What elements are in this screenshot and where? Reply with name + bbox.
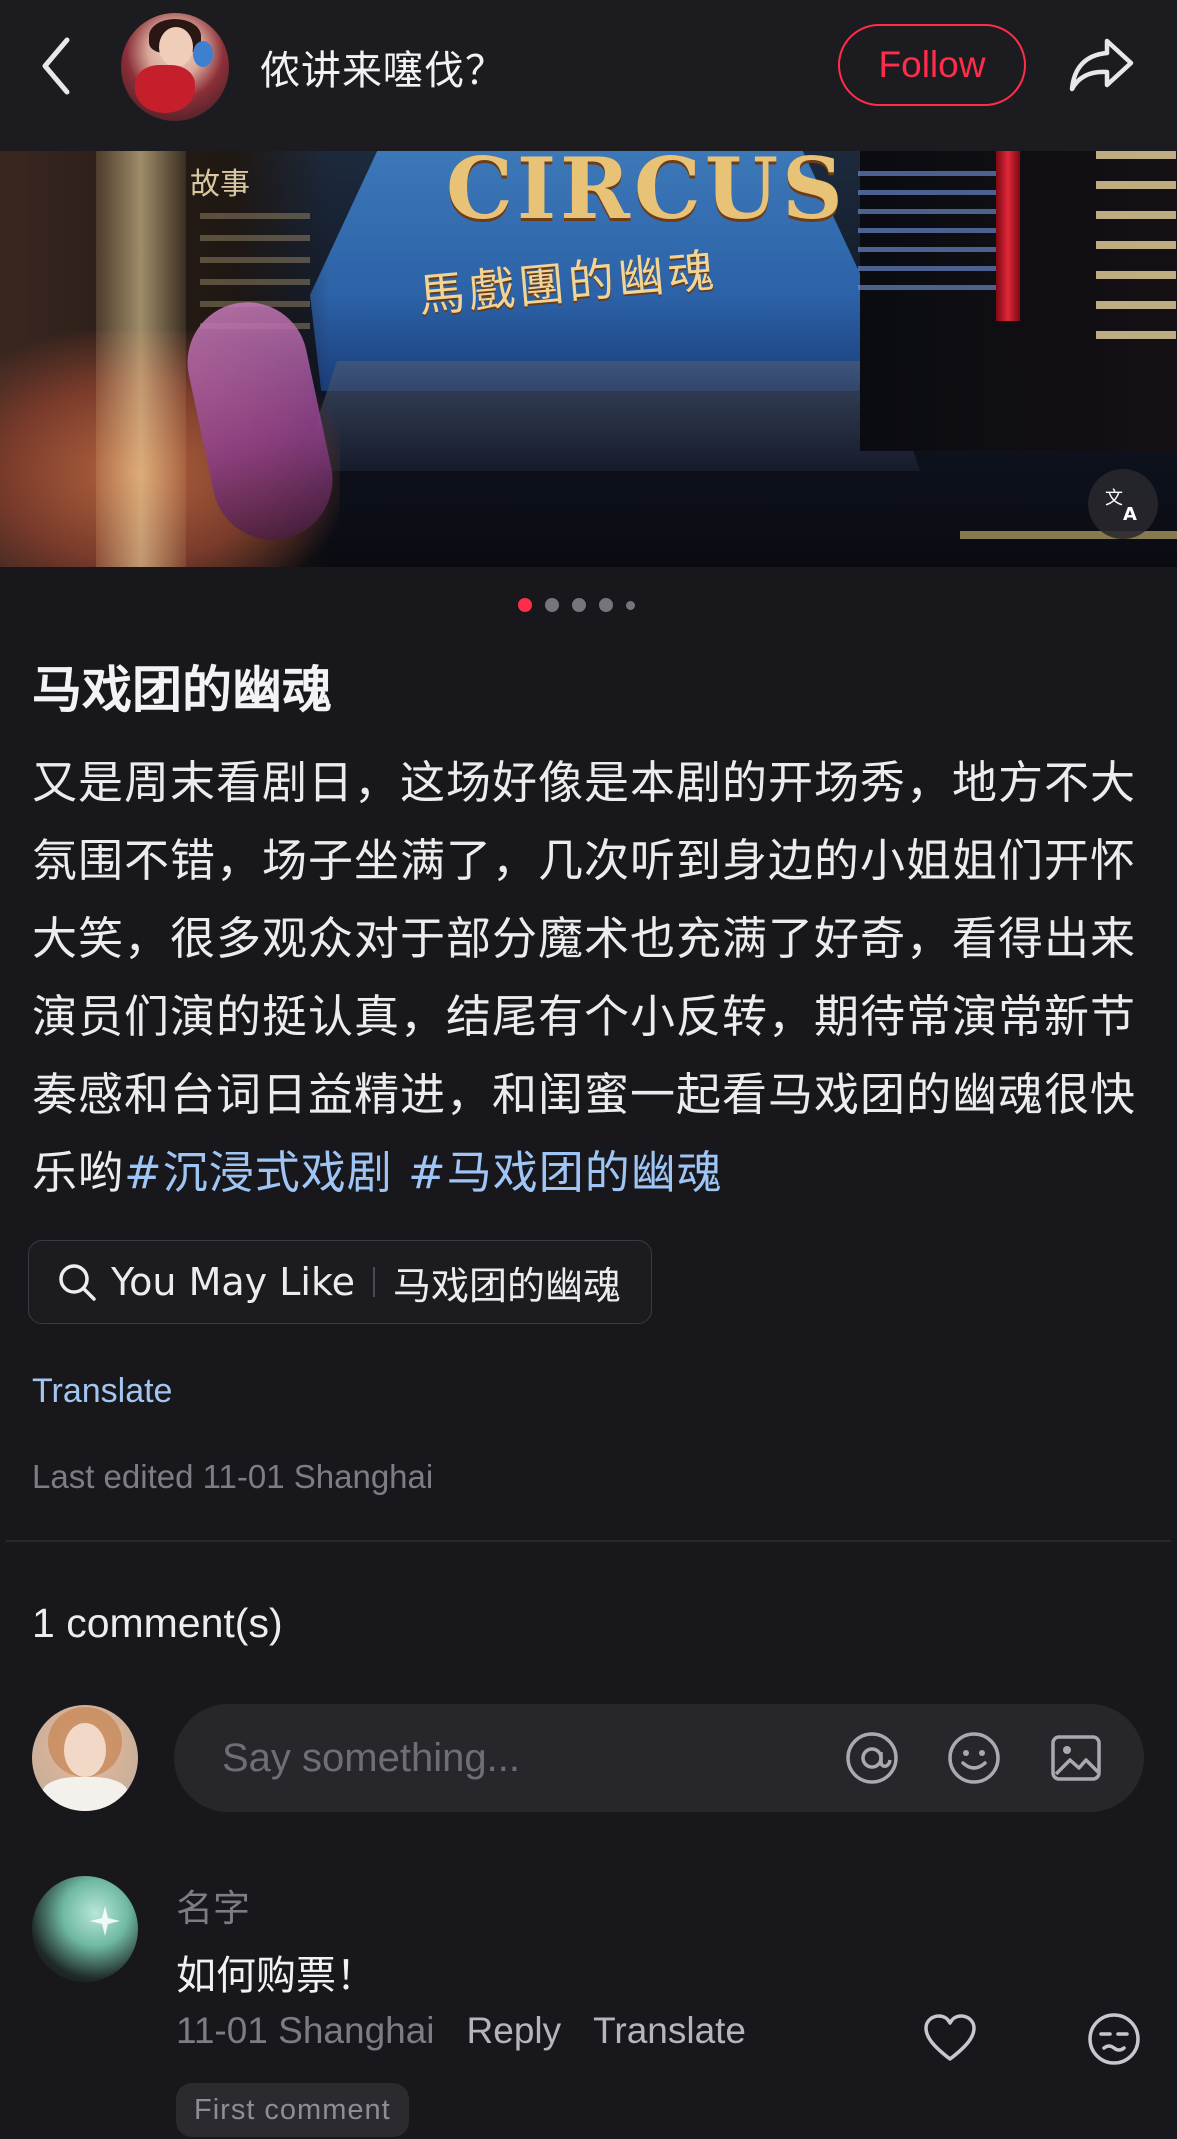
comment-text: 如何购票！ <box>176 1953 376 1999</box>
back-arrow-icon <box>42 37 70 94</box>
carousel-dot[interactable] <box>518 598 532 612</box>
search-icon <box>57 1262 97 1302</box>
share-button[interactable] <box>1066 30 1138 100</box>
translate-comment-button[interactable]: Translate <box>593 2010 746 2052</box>
top-bar: 侬讲来噻伐？ Follow <box>0 0 1177 151</box>
heart-icon <box>924 2014 976 2061</box>
image-icon[interactable] <box>1048 1730 1104 1786</box>
svg-text:A: A <box>1123 504 1137 524</box>
react-comment-button[interactable] <box>1085 2010 1143 2068</box>
svg-text:文: 文 <box>1105 488 1123 509</box>
emoji-icon[interactable] <box>946 1730 1002 1786</box>
you-may-like-query: 马戏团的幽魂 <box>392 1263 621 1308</box>
follow-button[interactable]: Follow <box>838 24 1026 106</box>
hashtag-link[interactable]: #马戏团的幽魂 <box>408 1146 723 1199</box>
post-detail-page: 侬讲来噻伐？ Follow CIRCUS 馬戲團的幽魂 故事 文 A 马戏团的幽… <box>0 0 1177 2139</box>
section-divider <box>6 1540 1171 1542</box>
at-icon[interactable] <box>844 1730 900 1786</box>
comment-count: 1 comment(s) <box>32 1600 283 1646</box>
image-left-text: 故事 <box>190 167 250 202</box>
post-image-carousel[interactable]: CIRCUS 馬戲團的幽魂 故事 <box>0 151 1177 567</box>
comment-date-location: 11-01 Shanghai <box>176 2010 435 2051</box>
carousel-dot[interactable] <box>572 598 586 612</box>
commenter-avatar[interactable] <box>32 1876 138 1982</box>
carousel-indicator <box>518 598 635 612</box>
translate-post-link[interactable]: Translate <box>32 1372 172 1411</box>
reply-button[interactable]: Reply <box>467 2010 562 2052</box>
hashtag-link[interactable]: #沉浸式戏剧 <box>124 1146 393 1199</box>
current-user-avatar <box>32 1705 138 1811</box>
comment-meta: 11-01 Shanghai Reply Translate <box>176 2010 778 2052</box>
share-icon <box>1069 38 1134 92</box>
comment-input[interactable] <box>222 1735 782 1781</box>
unamused-emoji-icon <box>1088 2013 1140 2065</box>
first-comment-badge: First comment <box>176 2083 409 2137</box>
post-title: 马戏团的幽魂 <box>32 661 332 719</box>
commenter-name[interactable]: 名字 <box>176 1878 250 1932</box>
carousel-dot[interactable] <box>545 598 559 612</box>
author-avatar[interactable] <box>121 13 229 121</box>
comment-input-box[interactable] <box>174 1704 1144 1812</box>
post-body: 又是周末看剧日，这场好像是本剧的开场秀，地方不大氛围不错，场子坐满了，几次听到身… <box>32 744 1152 1212</box>
image-translate-button[interactable]: 文 A <box>1088 469 1158 539</box>
author-name[interactable]: 侬讲来噻伐？ <box>260 38 506 96</box>
you-may-like-label: You May Like <box>111 1260 355 1304</box>
carousel-dot[interactable] <box>599 598 613 612</box>
back-button[interactable] <box>30 28 82 103</box>
image-title-text: CIRCUS <box>446 151 847 238</box>
last-edited-info: Last edited 11-01 Shanghai <box>32 1458 434 1495</box>
like-comment-button[interactable] <box>920 2010 980 2066</box>
post-body-text: 又是周末看剧日，这场好像是本剧的开场秀，地方不大氛围不错，场子坐满了，几次听到身… <box>32 756 1137 1199</box>
carousel-dot[interactable] <box>626 600 635 610</box>
translate-icon: 文 A <box>1105 488 1137 524</box>
you-may-like-search-chip[interactable]: You May Like 马戏团的幽魂 <box>28 1240 652 1324</box>
